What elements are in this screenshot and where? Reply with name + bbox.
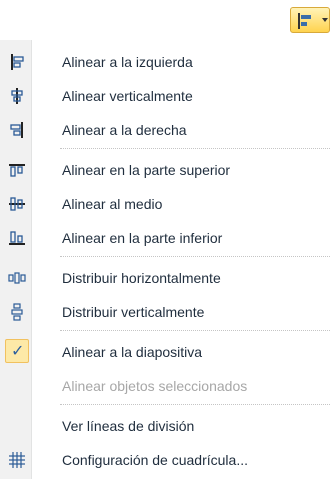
align-left-icon (11, 54, 24, 70)
menu-item-label: Distribuir horizontalmente (62, 270, 221, 286)
menu-item-label: Alinear al medio (62, 196, 163, 212)
align-menu: Alinear a la izquierda Alinear verticalm… (0, 40, 335, 479)
menu-item-align-center[interactable]: Alinear verticalmente (0, 79, 335, 113)
menu-item-align-selected-objects: Alinear objetos seleccionados (0, 369, 335, 403)
menu-item-label: Alinear en la parte inferior (62, 230, 223, 246)
align-middle-icon (9, 197, 25, 211)
grid-icon (9, 452, 25, 468)
menu-item-label: Alinear a la derecha (62, 122, 187, 138)
menu-item-align-middle[interactable]: Alinear al medio (0, 187, 335, 221)
align-left-icon (298, 13, 311, 29)
menu-item-align-top[interactable]: Alinear en la parte superior (0, 153, 335, 187)
menu-item-align-left[interactable]: Alinear a la izquierda (0, 45, 335, 79)
checkmark-icon: ✓ (11, 341, 25, 360)
menu-item-align-to-slide[interactable]: ✓ Alinear a la diapositiva (0, 335, 335, 369)
menu-separator (60, 256, 330, 257)
menu-separator (60, 404, 330, 405)
menu-item-label: Alinear en la parte superior (62, 162, 231, 178)
menu-item-label: Alinear a la izquierda (62, 54, 193, 70)
menu-item-label: Ver líneas de división (62, 418, 195, 434)
align-right-icon (10, 122, 23, 138)
menu-separator (60, 148, 330, 149)
checked-indicator: ✓ (5, 339, 29, 363)
menu-item-label: Configuración de cuadrícula... (62, 452, 248, 468)
align-bottom-icon (9, 231, 25, 245)
menu-item-distribute-horizontal[interactable]: Distribuir horizontalmente (0, 261, 335, 295)
distribute-vertical-icon (11, 303, 23, 321)
menu-item-view-gridlines[interactable]: Ver líneas de división (0, 409, 335, 443)
menu-item-label: Alinear objetos seleccionados (62, 378, 248, 394)
align-center-icon (11, 88, 23, 104)
distribute-horizontal-icon (8, 272, 26, 284)
chevron-down-icon (322, 18, 328, 22)
menu-item-align-right[interactable]: Alinear a la derecha (0, 113, 335, 147)
menu-item-label: Alinear verticalmente (62, 88, 193, 104)
align-dropdown-button[interactable] (290, 7, 330, 33)
menu-item-grid-settings[interactable]: Configuración de cuadrícula... (0, 443, 335, 477)
menu-item-align-bottom[interactable]: Alinear en la parte inferior (0, 221, 335, 255)
menu-separator (60, 330, 330, 331)
menu-item-label: Alinear a la diapositiva (62, 344, 203, 360)
menu-item-distribute-vertical[interactable]: Distribuir verticalmente (0, 295, 335, 329)
align-top-icon (9, 164, 25, 177)
menu-item-label: Distribuir verticalmente (62, 304, 205, 320)
